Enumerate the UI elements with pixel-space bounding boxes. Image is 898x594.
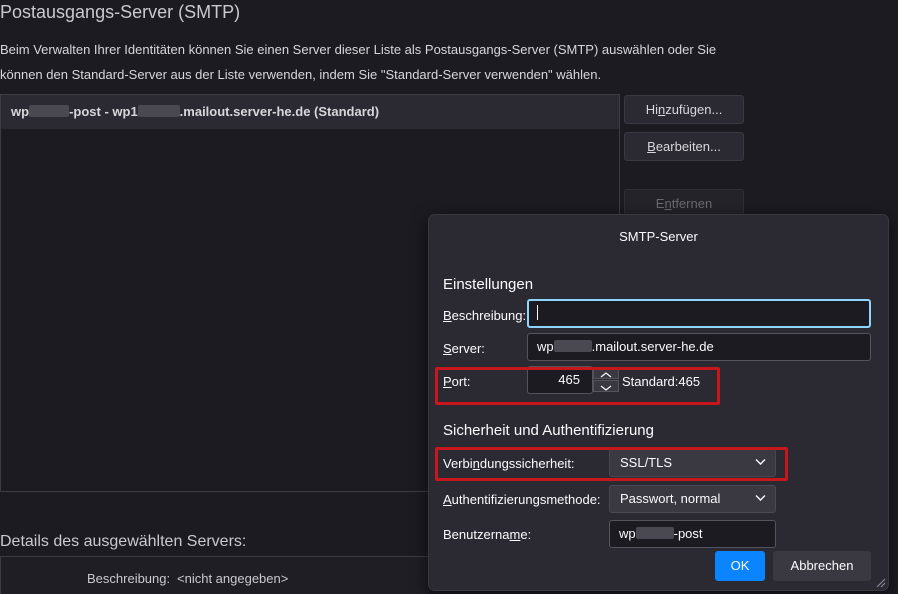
- highlight-box-port: [435, 367, 720, 405]
- text-caret: [537, 305, 538, 320]
- security-heading: Sicherheit und Authentifizierung: [443, 422, 654, 439]
- redacted-mask: [635, 527, 674, 539]
- server-entry-prefix: wp: [11, 104, 30, 119]
- ok-button[interactable]: OK: [715, 551, 765, 581]
- page-title: Postausgangs-Server (SMTP): [0, 2, 241, 22]
- settings-heading: Einstellungen: [443, 276, 534, 293]
- resize-grip-icon[interactable]: [874, 576, 886, 588]
- auth-method-label: Authentifizierungsmethode:: [443, 492, 601, 507]
- edit-button[interactable]: Bearbeiten...: [624, 132, 744, 161]
- auth-method-select[interactable]: Passwort, normal: [609, 485, 776, 513]
- username-input[interactable]: wp -post: [609, 520, 776, 548]
- redacted-mask: [137, 105, 180, 117]
- details-description-value: <nicht angegeben>: [177, 571, 289, 586]
- chevron-down-icon: [755, 495, 766, 501]
- server-input[interactable]: wp .mailout.server-he.de: [527, 333, 871, 361]
- highlight-box-connection-security: [435, 447, 788, 481]
- details-title: Details des ausgewählten Servers:: [0, 533, 247, 550]
- description-label: Beschreibung:: [443, 308, 527, 323]
- description-line-1: Beim Verwalten Ihrer Identitäten können …: [0, 42, 717, 57]
- details-description-label: Beschreibung:: [87, 571, 171, 586]
- server-entry-middle: -post - wp1: [69, 104, 138, 119]
- dialog-title: SMTP-Server: [619, 229, 698, 244]
- smtp-server-dialog: SMTP-Server Einstellungen Beschreibung: …: [428, 214, 889, 591]
- server-list-item[interactable]: wp -post - wp1 .mailout.server-he.de (Stan…: [1, 95, 619, 129]
- server-label: Server:: [443, 341, 485, 356]
- server-entry-suffix: .mailout.server-he.de (Standard): [179, 104, 380, 119]
- add-button[interactable]: Hinzufügen...: [624, 95, 744, 124]
- description-input[interactable]: [527, 299, 871, 328]
- redacted-mask: [29, 105, 70, 117]
- description-line-2: können den Standard-Server aus der Liste…: [0, 67, 602, 82]
- redacted-mask: [553, 340, 592, 352]
- username-label: Benutzername:: [443, 527, 532, 542]
- cancel-button[interactable]: Abbrechen: [773, 551, 871, 581]
